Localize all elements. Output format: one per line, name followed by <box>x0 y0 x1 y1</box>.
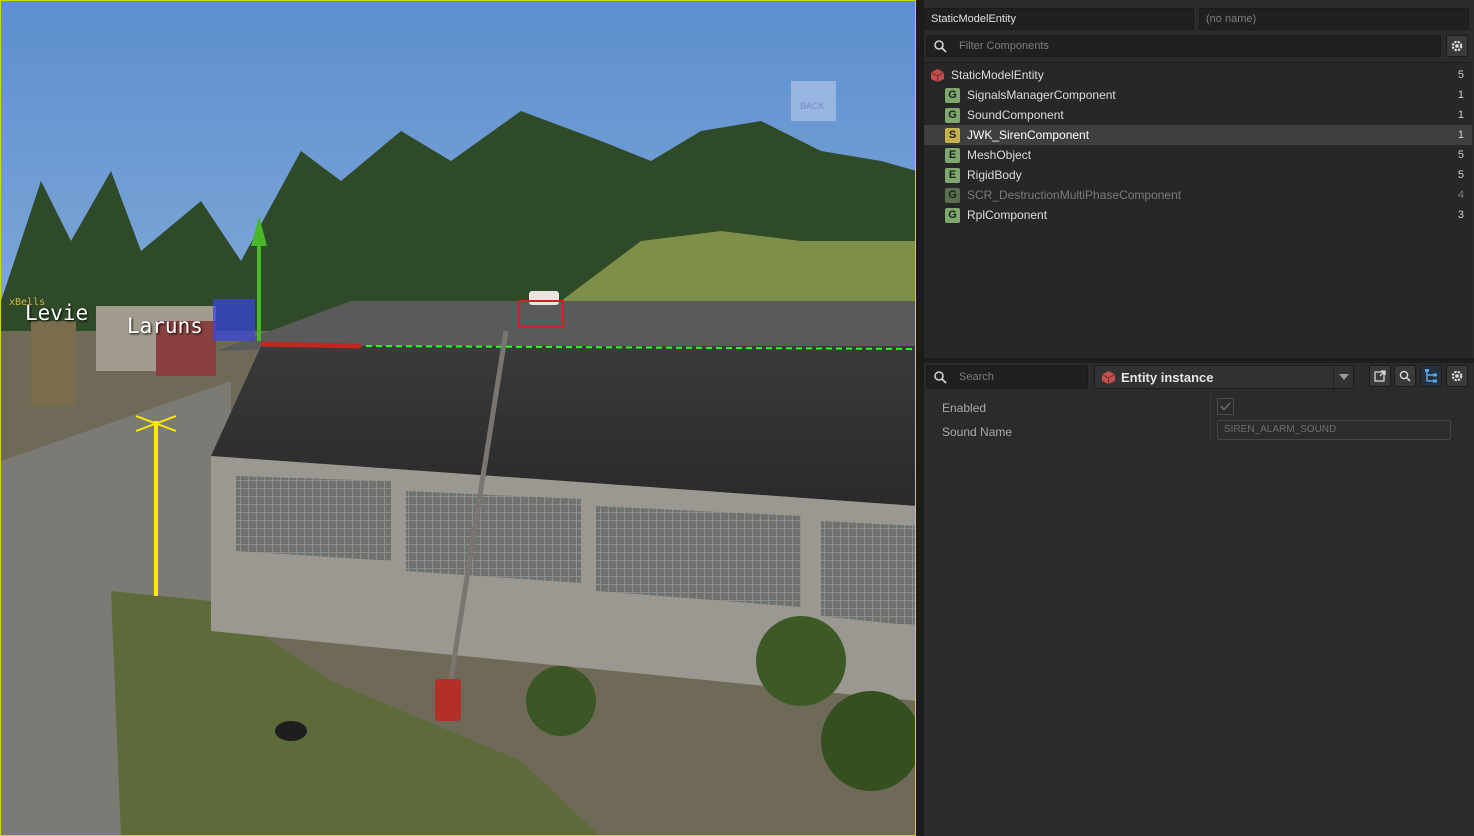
tree-row-label: SignalsManagerComponent <box>967 88 1116 102</box>
instance-mode-select[interactable]: Entity instance <box>1094 365 1354 389</box>
tree-row-label: RigidBody <box>967 168 1022 182</box>
tree-row-mesh-object[interactable]: E MeshObject 5 <box>924 145 1472 165</box>
chevron-down-icon <box>1339 374 1349 380</box>
check-icon <box>1220 402 1231 411</box>
sound-name-label: Sound Name <box>942 425 1013 439</box>
enabled-checkbox[interactable] <box>1217 398 1234 415</box>
tree-row-destruction-multiphase[interactable]: G SCR_DestructionMultiPhaseComponent 4 <box>924 185 1472 205</box>
enabled-label: Enabled <box>942 401 987 415</box>
instance-mode-label: Entity instance <box>1121 370 1214 385</box>
tree-row-label: MeshObject <box>967 148 1032 162</box>
tree-row-rpl[interactable]: G RplComponent 3 <box>924 205 1472 225</box>
external-link-icon <box>1374 370 1386 382</box>
tree-row-count: 5 <box>1457 69 1464 81</box>
gear-icon <box>1451 370 1463 382</box>
tree-row-label: JWK_SirenComponent <box>967 128 1090 142</box>
tree-row-count: 5 <box>1457 169 1464 181</box>
script-g-badge-icon: G <box>945 208 960 223</box>
properties-settings-button[interactable] <box>1446 365 1468 387</box>
sound-name-input[interactable]: SIREN_ALARM_SOUND <box>1217 420 1451 440</box>
tree-row-count: 3 <box>1457 209 1464 221</box>
script-g-badge-icon: G <box>945 188 960 203</box>
town-label-laruns: Laruns <box>127 314 203 338</box>
dropdown-toggle[interactable] <box>1333 366 1353 388</box>
tree-row-label: StaticModelEntity <box>951 68 1044 82</box>
tree-row-jwk-siren[interactable]: S JWK_SirenComponent 1 <box>924 125 1472 145</box>
open-external-button[interactable] <box>1369 365 1391 387</box>
hierarchy-icon <box>1425 369 1437 383</box>
entity-name-field[interactable]: (no name) <box>1199 8 1469 30</box>
tree-row-sound[interactable]: G SoundComponent 1 <box>924 105 1472 125</box>
tree-row-count: 5 <box>1457 149 1464 161</box>
tree-row-label: RplComponent <box>967 208 1048 222</box>
script-g-badge-icon: G <box>945 88 960 103</box>
tree-row-count: 1 <box>1457 109 1464 121</box>
scene-viewport[interactable]: xBells Levie Laruns BACK <box>0 0 916 836</box>
engine-e-badge-icon: E <box>945 168 960 183</box>
inspector-splitter[interactable] <box>924 358 1474 363</box>
view-cube-back-label[interactable]: BACK <box>800 101 825 111</box>
cube-icon <box>930 69 945 82</box>
filter-components-input[interactable]: Filter Components <box>926 35 1441 57</box>
magnify-icon <box>1399 370 1411 382</box>
panel-splitter[interactable] <box>916 0 924 836</box>
town-label-levie: Levie <box>25 301 89 325</box>
scene-render <box>1 1 915 835</box>
script-s-badge-icon: S <box>945 128 960 143</box>
find-button[interactable] <box>1394 365 1416 387</box>
filter-settings-button[interactable] <box>1446 35 1468 57</box>
entity-class-field[interactable]: StaticModelEntity <box>924 8 1194 30</box>
tree-row-label: SCR_DestructionMultiPhaseComponent <box>967 188 1182 202</box>
tree-row-label: SoundComponent <box>967 108 1064 122</box>
editor-window: xBells Levie Laruns BACK StaticModelEnti… <box>0 0 1474 836</box>
cube-icon <box>1101 371 1116 384</box>
component-tree: StaticModelEntity 5 G SignalsManagerComp… <box>924 62 1472 358</box>
search-icon <box>934 40 947 53</box>
property-column-divider[interactable] <box>1210 394 1211 442</box>
gear-icon <box>1451 40 1463 52</box>
script-g-badge-icon: G <box>945 108 960 123</box>
object-inspector: StaticModelEntity (no name) Filter Compo… <box>924 0 1474 836</box>
hierarchy-toggle-button[interactable] <box>1420 365 1442 387</box>
tree-row-rigid-body[interactable]: E RigidBody 5 <box>924 165 1472 185</box>
tree-row-count: 1 <box>1457 89 1464 101</box>
tree-row-count: 1 <box>1457 129 1464 141</box>
search-icon <box>934 371 947 384</box>
engine-e-badge-icon: E <box>945 148 960 163</box>
property-search-input[interactable]: Search <box>926 365 1088 389</box>
tree-row-root[interactable]: StaticModelEntity 5 <box>924 65 1472 85</box>
tree-row-signals-manager[interactable]: G SignalsManagerComponent 1 <box>924 85 1472 105</box>
tree-row-count: 4 <box>1457 189 1464 201</box>
